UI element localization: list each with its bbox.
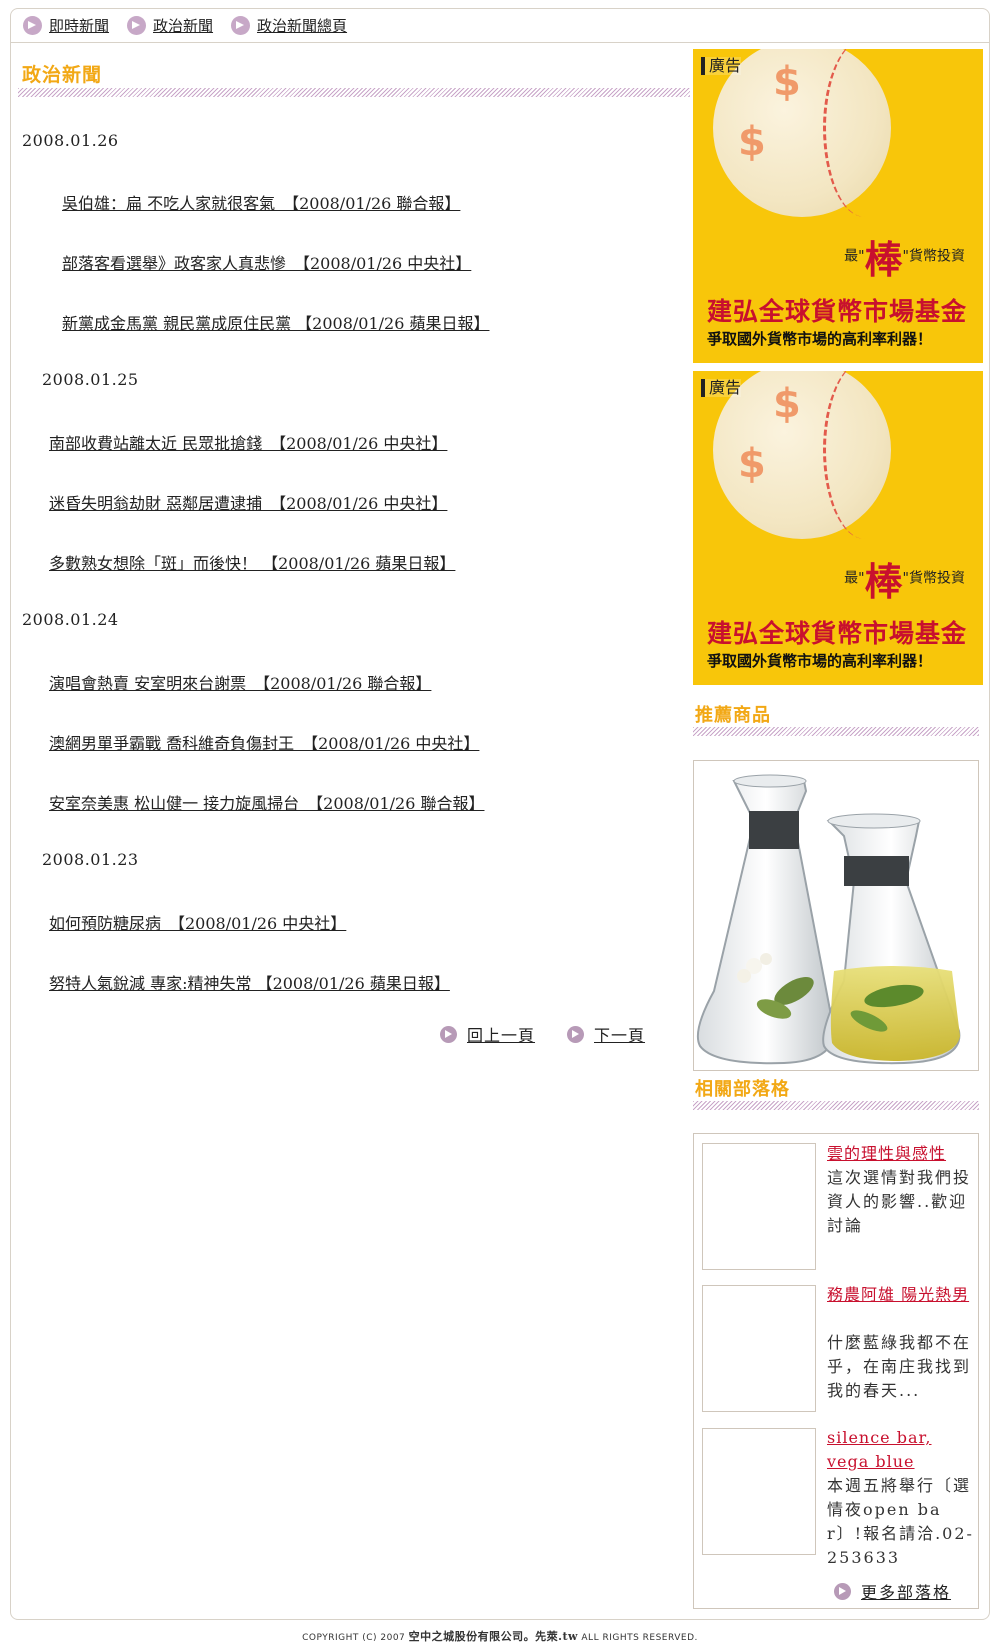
more-blogs-link[interactable]: 更多部落格 xyxy=(834,1579,951,1603)
news-headline[interactable]: 新黨成金馬黨 親民黨成原住民黨 【2008/01/26 蘋果日報】 xyxy=(62,310,489,334)
next-page-label[interactable]: 下一頁 xyxy=(594,1022,645,1046)
news-headline[interactable]: 安室奈美惠 松山健一 接力旋風掃台 【2008/01/26 聯合報】 xyxy=(49,790,484,814)
ad-subtitle: 爭取國外貨幣市場的高利率利器！ xyxy=(707,330,933,348)
prev-page-link[interactable]: 回上一頁 xyxy=(440,1022,535,1046)
news-headline[interactable]: 迷昏失明翁劫財 惡鄰居遭逮捕 【2008/01/26 中央社】 xyxy=(49,490,447,514)
news-headline[interactable]: 南部收費站離太近 民眾批搶錢 【2008/01/26 中央社】 xyxy=(49,430,447,454)
recommend-divider xyxy=(693,727,979,736)
section-title: 政治新聞 xyxy=(22,64,103,86)
blog-title-link[interactable]: silence bar, vega blue xyxy=(827,1426,975,1474)
news-headline[interactable]: 演唱會熱賣 安室明來台謝票 【2008/01/26 聯合報】 xyxy=(49,670,431,694)
nav-label[interactable]: 政治新聞 xyxy=(153,15,213,36)
ad-slogan: 最"棒"貨幣投資 xyxy=(844,238,965,282)
nav-item-politics-index[interactable]: 政治新聞總頁 xyxy=(231,15,347,36)
oil-carafe-illustration xyxy=(696,774,961,1065)
nav-item-politics-news[interactable]: 政治新聞 xyxy=(127,15,213,36)
recommend-title: 推薦商品 xyxy=(695,705,771,726)
news-headline[interactable]: 努特人氣銳減 專家:精神失常 【2008/01/26 蘋果日報】 xyxy=(49,970,450,994)
top-nav: 即時新聞 政治新聞 政治新聞總頁 xyxy=(11,9,989,43)
ad-fund-name: 建弘全球貨幣市場基金 xyxy=(707,297,968,326)
blog-description: 這次選情對我們投資人的影響..歡迎討論 xyxy=(827,1168,972,1235)
nav-label[interactable]: 即時新聞 xyxy=(49,15,109,36)
news-date: 2008.01.26 xyxy=(22,131,119,150)
news-date: 2008.01.23 xyxy=(42,850,139,869)
copyright-footer: COPYRIGHT (C) 2007 空中之城股份有限公司。先萊.tw ALL … xyxy=(302,1630,698,1643)
ad-tag: 廣告 xyxy=(701,379,742,397)
arrow-circle-icon xyxy=(23,16,42,35)
arrow-circle-icon xyxy=(127,16,147,35)
blog-thumbnail[interactable] xyxy=(702,1428,816,1555)
news-headline[interactable]: 如何預防糖尿病 【2008/01/26 中央社】 xyxy=(49,910,346,934)
ad-fund-name: 建弘全球貨幣市場基金 xyxy=(707,619,968,648)
ad-subtitle: 爭取國外貨幣市場的高利率利器！ xyxy=(707,652,933,670)
news-headline[interactable]: 多數熟女想除「斑」而後快！ 【2008/01/26 蘋果日報】 xyxy=(49,550,455,574)
news-headline[interactable]: 部落客看選舉》政客家人真悲慘 【2008/01/26 中央社】 xyxy=(62,250,471,274)
blog-description: 什麼藍綠我都不在乎，在南庄我找到我的春天... xyxy=(827,1333,972,1400)
news-headline[interactable]: 吳伯雄：扁 不吃人家就很客氣 【2008/01/26 聯合報】 xyxy=(62,190,460,214)
more-blogs-label[interactable]: 更多部落格 xyxy=(861,1579,951,1603)
ad-slogan: 最"棒"貨幣投資 xyxy=(844,560,965,604)
ad-banner[interactable]: $ $ 廣告 最"棒"貨幣投資 建弘全球貨幣市場基金 爭取國外貨幣市場的高利率利… xyxy=(693,49,983,363)
product-image[interactable] xyxy=(693,760,979,1071)
next-page-link[interactable]: 下一頁 xyxy=(567,1022,645,1046)
blog-thumbnail[interactable] xyxy=(702,1143,816,1270)
ad-tag: 廣告 xyxy=(701,57,742,75)
section-divider xyxy=(18,88,690,97)
nav-item-breaking-news[interactable]: 即時新聞 xyxy=(23,15,109,36)
blog-list: 雲的理性與感性 這次選情對我們投資人的影響..歡迎討論 務農阿雄 陽光熱男 什麼… xyxy=(693,1133,979,1609)
ad-banner[interactable]: $ $ 廣告 最"棒"貨幣投資 建弘全球貨幣市場基金 爭取國外貨幣市場的高利率利… xyxy=(693,371,983,685)
blog-title-link[interactable]: 雲的理性與感性 xyxy=(827,1142,975,1166)
news-date: 2008.01.25 xyxy=(42,370,139,389)
arrow-circle-icon xyxy=(567,1025,584,1043)
arrow-circle-icon xyxy=(440,1025,457,1043)
nav-label[interactable]: 政治新聞總頁 xyxy=(257,15,347,36)
blogs-divider xyxy=(693,1101,979,1110)
prev-page-label[interactable]: 回上一頁 xyxy=(467,1022,535,1046)
news-date: 2008.01.24 xyxy=(22,610,119,629)
news-headline[interactable]: 澳網男單爭霸戰 喬科維奇負傷封王 【2008/01/26 中央社】 xyxy=(49,730,479,754)
arrow-circle-icon xyxy=(834,1582,851,1600)
blog-title-link[interactable]: 務農阿雄 陽光熱男 xyxy=(827,1283,975,1307)
blog-thumbnail[interactable] xyxy=(702,1285,816,1412)
arrow-circle-icon xyxy=(231,16,251,35)
blogs-title: 相關部落格 xyxy=(695,1079,790,1100)
blog-description: 本週五將舉行〔選情夜open bar〕!報名請洽.02-253633 xyxy=(827,1476,974,1567)
